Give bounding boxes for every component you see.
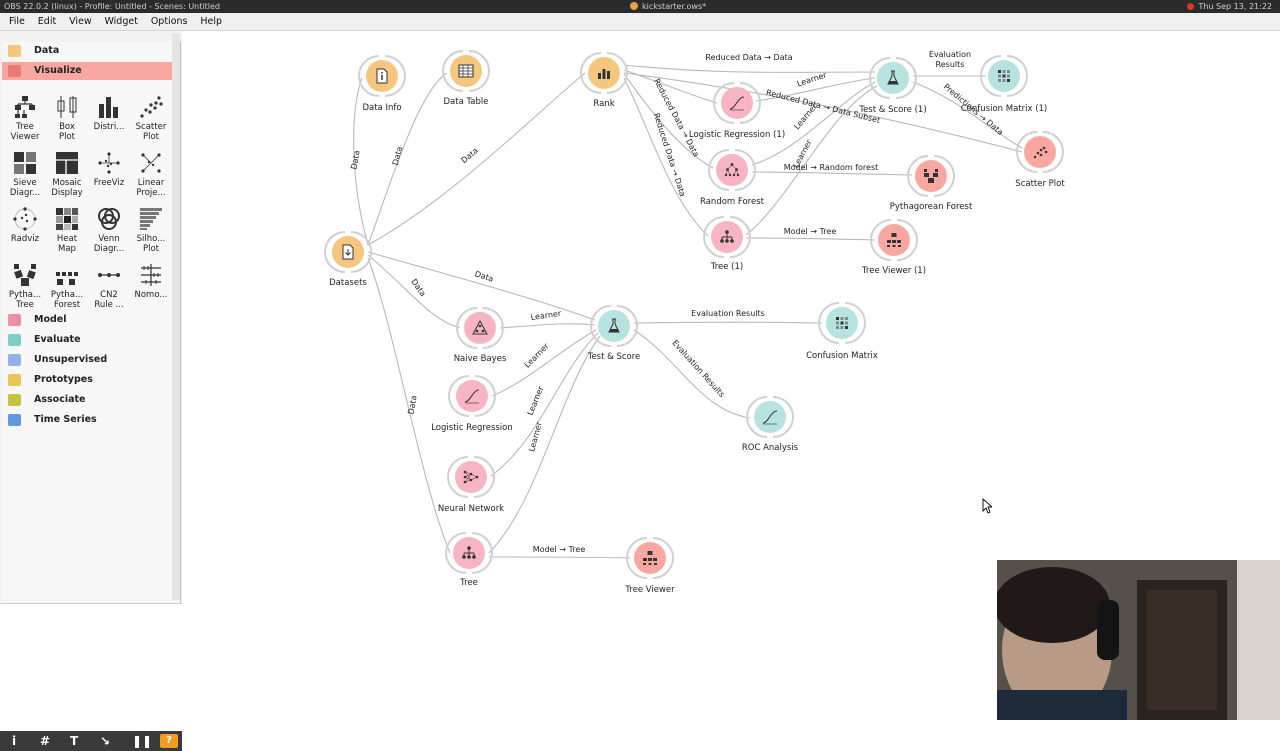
webcam-overlay (997, 560, 1280, 720)
node-roc[interactable] (746, 396, 794, 438)
node-label-cm: Confusion Matrix (806, 351, 878, 361)
link-tree-tv (488, 556, 631, 559)
node-label-rf: Random Forest (700, 197, 765, 207)
node-label-pyth: Pythagorean Forest (890, 202, 973, 212)
node-label-datasets: Datasets (329, 278, 367, 288)
node-label-tree1: Tree (1) (710, 262, 743, 272)
node-label-logreg1: Logistic Regression (1) (689, 130, 785, 140)
mouse-cursor-icon (982, 498, 992, 514)
node-label-roc: ROC Analysis (742, 443, 799, 453)
node-ts[interactable] (590, 305, 638, 347)
link-logreg-ts (491, 329, 597, 397)
edge-label-tree-viewer-1: Model → Tree (784, 227, 836, 237)
node-label-data-table: Data Table (444, 97, 489, 107)
node-body[interactable] (598, 310, 630, 342)
node-body[interactable] (455, 461, 487, 493)
edge-label-line: Model → Tree (532, 545, 586, 554)
node-pyth[interactable] (907, 155, 955, 197)
edge-label-line: Evaluation (928, 50, 972, 59)
edge-label-tree-viewer: Model → Tree (533, 545, 585, 555)
edge-label-test-score-1: Reduced Data → Data (705, 53, 792, 63)
node-data-table[interactable] (442, 50, 490, 92)
edge-label-confusion-matrix: Evaluation Results (691, 309, 765, 319)
node-body[interactable] (716, 154, 748, 186)
node-tree1[interactable] (703, 216, 751, 258)
node-body[interactable] (1024, 136, 1056, 168)
info-icon[interactable]: i (12, 734, 16, 748)
node-nn[interactable] (447, 456, 495, 498)
text-annotation-icon[interactable]: T (70, 734, 78, 748)
node-label-ts: Test & Score (587, 352, 641, 362)
node-label-tree: Tree (459, 578, 478, 588)
table-icon (458, 64, 474, 78)
node-logreg[interactable] (448, 375, 496, 417)
node-rf[interactable] (708, 149, 756, 191)
edge-label-confusion-matrix-1: Evaluation Results (929, 50, 971, 70)
node-datasets[interactable] (324, 231, 372, 273)
bottom-toolbar: i # T ↘ ❚❚ ? (0, 731, 182, 751)
node-cm1[interactable] (980, 55, 1028, 97)
link-tree1-tv1 (745, 237, 876, 241)
node-rank[interactable] (580, 52, 628, 94)
node-ts1[interactable] (869, 57, 917, 99)
edge-label-line: Model → Tree (783, 227, 837, 236)
link-rank-ts1 (623, 64, 876, 73)
arrow-annotation-icon[interactable]: ↘ (100, 734, 110, 748)
link-ts-roc (633, 329, 751, 419)
node-tv1[interactable] (870, 219, 918, 261)
matrix-icon (998, 70, 1010, 82)
node-label-nn: Neural Network (438, 504, 504, 514)
edge-label-line: Reduced Data → Data (705, 53, 793, 62)
node-label-scatter: Scatter Plot (1015, 179, 1065, 189)
link-tree-ts (488, 335, 601, 554)
matrix-icon (836, 317, 848, 329)
node-scatter[interactable] (1016, 131, 1064, 173)
node-body[interactable] (464, 312, 496, 344)
link-nb-ts (499, 323, 596, 329)
node-tv[interactable] (626, 537, 674, 579)
info-icon (376, 68, 388, 84)
link-ts-cm (633, 321, 823, 324)
node-label-logreg: Logistic Regression (431, 423, 513, 433)
edge-label-line: Results (935, 60, 965, 69)
link-datasets-datatable (367, 72, 448, 246)
node-label-nb: Naive Bayes (454, 354, 507, 364)
grid-icon[interactable]: # (40, 734, 50, 748)
node-nb[interactable] (456, 307, 504, 349)
node-logreg1[interactable] (713, 82, 761, 124)
file-icon (342, 244, 354, 260)
node-cm[interactable] (818, 302, 866, 344)
node-data-info[interactable] (358, 55, 406, 97)
node-body[interactable] (877, 62, 909, 94)
node-body[interactable] (915, 160, 947, 192)
help-icon[interactable]: ? (160, 734, 178, 748)
node-label-tv1: Tree Viewer (1) (861, 266, 926, 276)
node-label-tv: Tree Viewer (624, 585, 675, 595)
node-tree[interactable] (445, 532, 493, 574)
node-label-rank: Rank (593, 99, 614, 109)
node-label-data-info: Data Info (362, 103, 401, 113)
edge-label-line: Evaluation Results (691, 309, 765, 318)
webcam-feed-image (997, 560, 1280, 720)
pause-icon[interactable]: ❚❚ (132, 734, 152, 748)
